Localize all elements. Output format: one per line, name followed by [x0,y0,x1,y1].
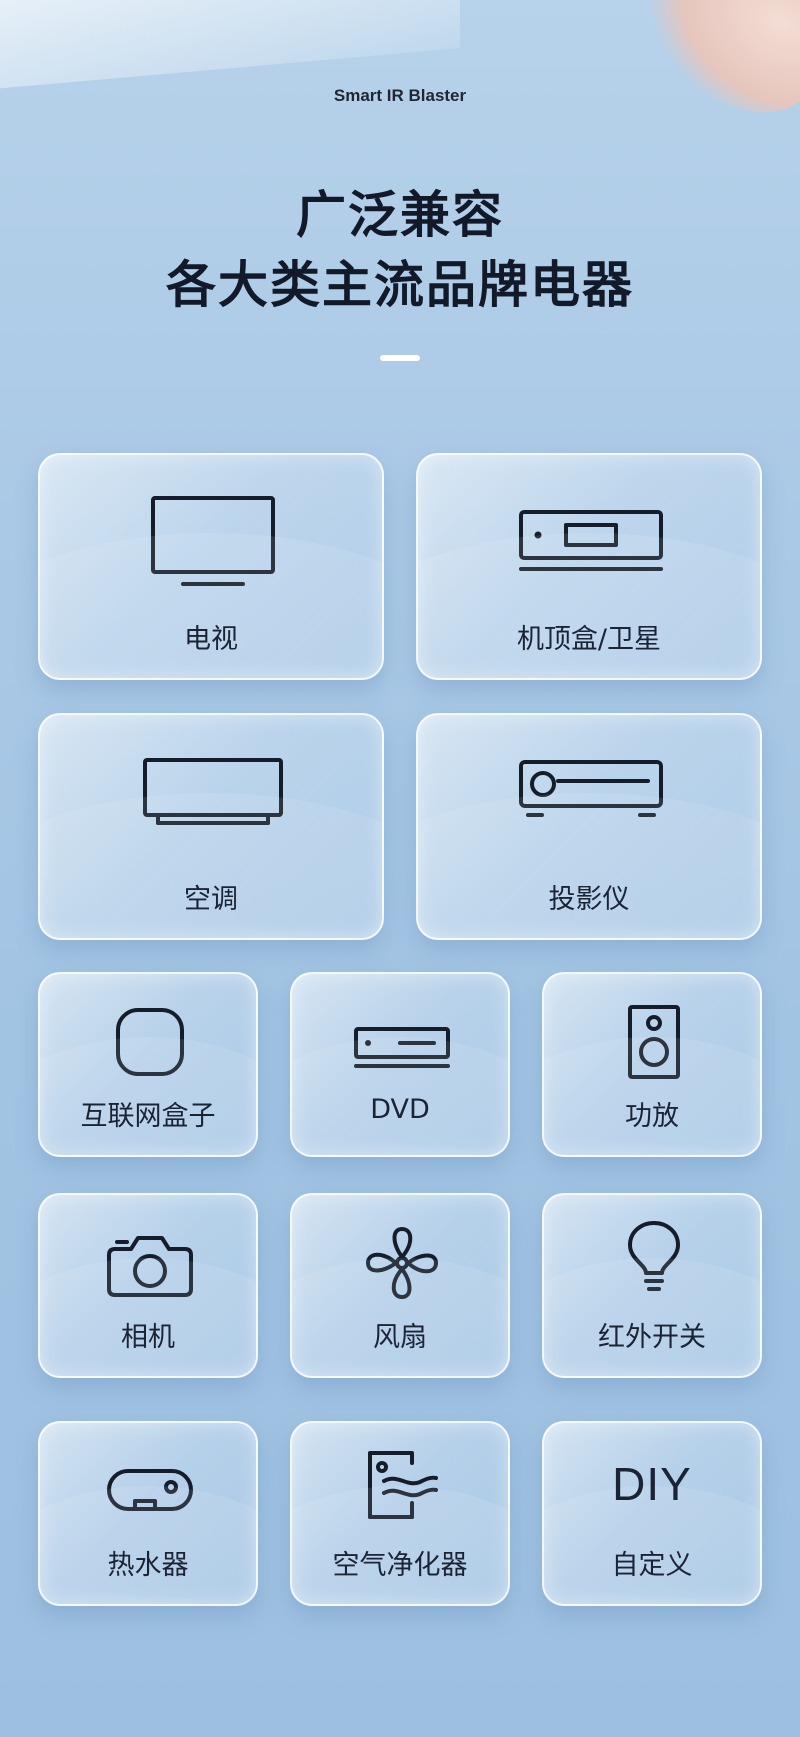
device-card-ir-switch: 红外开关 [542,1193,762,1378]
device-card-water-heater: 热水器 [38,1421,258,1606]
device-card-dvd: DVD [290,972,510,1157]
internet-box-icon [116,1008,184,1076]
water-heater-icon [107,1469,193,1511]
camera-icon [107,1236,193,1297]
device-card-custom: DIY 自定义 [542,1421,762,1606]
device-card-tv: 电视 [38,453,384,680]
air-purifier-icon [368,1451,438,1519]
device-card-air-purifier: 空气净化器 [290,1421,510,1606]
device-label: 自定义 [611,1550,693,1581]
device-card-camera: 相机 [38,1193,258,1378]
device-label: 风扇 [373,1322,427,1353]
projector-icon [519,760,663,817]
set-top-box-icon [519,510,663,571]
page-title-line1: 广泛兼容 [296,186,504,244]
device-card-set-top-box: 机顶盒/卫星 [416,453,762,680]
page-title-line2: 各大类主流品牌电器 [166,256,634,314]
decorative-panel [0,0,460,92]
speaker-icon [628,1005,680,1079]
air-conditioner-icon [143,758,283,825]
device-card-amplifier: 功放 [542,972,762,1157]
fan-icon [366,1227,438,1299]
device-label: 热水器 [107,1550,189,1581]
dvd-player-icon [354,1027,450,1068]
decorative-hand-image [618,0,800,137]
device-label: 互联网盒子 [80,1101,216,1132]
tv-icon [151,496,275,586]
device-label: DVD [370,1094,430,1125]
device-label: 空调 [184,884,238,915]
device-label: 电视 [184,624,238,655]
product-subtitle: Smart IR Blaster [333,86,467,105]
device-card-air-conditioner: 空调 [38,713,384,940]
device-card-fan: 风扇 [290,1193,510,1378]
light-bulb-icon [628,1221,680,1291]
device-label: 机顶盒/卫星 [516,624,662,655]
device-label: 功放 [625,1101,679,1132]
title-divider [380,355,420,361]
device-card-internet-box: 互联网盒子 [38,972,258,1157]
device-label: 空气净化器 [332,1550,468,1581]
device-label: 投影仪 [548,884,630,915]
device-label: 相机 [121,1322,175,1353]
device-label: 红外开关 [598,1322,706,1353]
device-card-projector: 投影仪 [416,713,762,940]
diy-icon: DIY [612,1458,692,1510]
